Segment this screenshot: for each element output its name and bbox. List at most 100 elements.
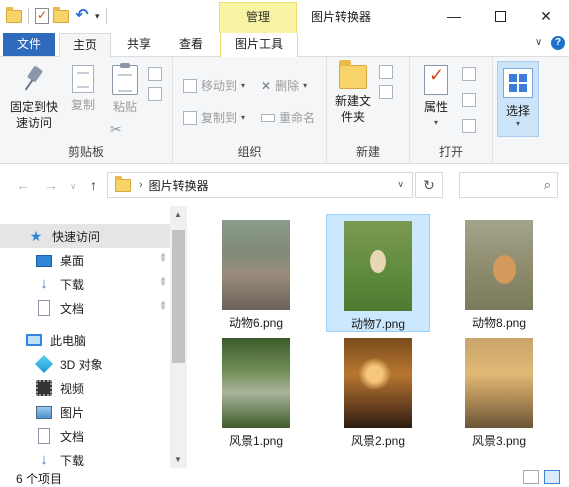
rename-label: 重命名	[279, 111, 316, 125]
address-bar[interactable]: › 图片转换器 ∨	[107, 172, 413, 198]
separator	[105, 8, 107, 24]
forward-button[interactable]: →	[44, 177, 58, 193]
nav-desktop[interactable]: 桌面 ✎	[0, 248, 170, 272]
file-item[interactable]: 动物8.png	[447, 214, 551, 330]
nav-label: 图片	[60, 405, 85, 420]
nav-videos[interactable]: 视频	[0, 376, 170, 400]
copy-path-icon[interactable]	[148, 67, 162, 81]
customize-toolbar-icon[interactable]: ▾	[95, 11, 100, 22]
copy-to-icon	[183, 110, 197, 125]
new-group-label: 新建	[355, 145, 380, 159]
large-icons-view-icon[interactable]	[544, 470, 560, 484]
move-to-button[interactable]: 移动到 ▾	[183, 77, 245, 94]
properties-dropdown-icon: ▾	[433, 118, 438, 127]
delete-dropdown-icon: ▾	[303, 81, 308, 90]
separator	[28, 8, 29, 24]
expand-ribbon-icon[interactable]: ∨	[535, 37, 542, 48]
properties-button[interactable]: 属性 ▾	[418, 65, 454, 131]
cut-icon[interactable]: ✂	[110, 121, 122, 138]
quick-access-toolbar: ↶ ▾	[6, 6, 109, 26]
rename-button[interactable]: 重命名	[261, 109, 315, 126]
nav-quick-access[interactable]: ★ 快速访问	[0, 224, 170, 248]
paste-button[interactable]: 粘贴	[106, 63, 144, 115]
tab-view[interactable]: 查看	[167, 33, 215, 57]
file-name: 动物6.png	[228, 316, 284, 330]
maximize-icon	[494, 10, 506, 22]
file-view: 动物6.png 动物7.png 动物8.png 风景1.png 风景2.png …	[188, 206, 569, 468]
copy-to-label: 复制到	[201, 111, 238, 125]
nav-this-pc[interactable]: 此电脑	[0, 328, 170, 352]
file-item[interactable]: 风景1.png	[204, 332, 308, 448]
nav-label: 桌面	[60, 253, 85, 268]
recent-locations-icon[interactable]: ∨	[70, 181, 77, 192]
document-icon	[38, 300, 50, 316]
copy-to-button[interactable]: 复制到 ▾	[183, 109, 245, 126]
item-count: 6 个项目	[16, 472, 63, 486]
delete-icon: ✕	[261, 78, 272, 93]
file-item[interactable]: 动物7.png	[326, 214, 430, 332]
pin-quick-access-button[interactable]: 固定到快速访问	[6, 65, 62, 131]
new-item-icon[interactable]	[379, 65, 393, 79]
nav-scrollbar[interactable]: ▲ ▼	[170, 206, 187, 468]
close-icon: ✕	[540, 7, 552, 24]
tab-home[interactable]: 主页	[59, 33, 111, 58]
computer-icon	[26, 334, 42, 346]
details-view-icon[interactable]	[523, 470, 539, 484]
easy-access-icon[interactable]	[379, 85, 393, 99]
3d-objects-icon	[34, 354, 54, 374]
tab-file[interactable]: 文件	[3, 33, 55, 56]
nav-label: 此电脑	[50, 333, 87, 348]
breadcrumb-path[interactable]: 图片转换器	[149, 177, 209, 194]
title-bar: ↶ ▾ 管理 图片转换器 — ✕	[0, 0, 569, 33]
nav-pictures[interactable]: 图片	[0, 400, 170, 424]
scroll-up-icon[interactable]: ▲	[174, 210, 182, 219]
delete-button[interactable]: ✕ 删除 ▾	[261, 77, 307, 94]
up-button[interactable]: ↑	[90, 177, 97, 193]
undo-icon[interactable]: ↶	[73, 8, 91, 24]
folder-icon[interactable]	[6, 6, 22, 23]
file-item[interactable]: 风景3.png	[447, 332, 551, 448]
copy-button[interactable]: 复制	[64, 65, 102, 113]
file-item[interactable]: 风景2.png	[326, 332, 430, 448]
breadcrumb-chevron-icon[interactable]: ›	[139, 179, 143, 191]
open-icon[interactable]	[462, 67, 476, 81]
download-icon: ↓	[40, 451, 48, 468]
address-dropdown-icon[interactable]: ∨	[397, 179, 404, 190]
scroll-down-icon[interactable]: ▼	[174, 455, 182, 464]
help-icon[interactable]: ?	[551, 36, 565, 50]
nav-documents[interactable]: 文档 ✎	[0, 296, 170, 320]
pin-label: 固定到快速访问	[9, 100, 58, 130]
paste-shortcut-icon[interactable]	[148, 87, 162, 101]
nav-label: 下载	[60, 453, 85, 468]
nav-documents-pc[interactable]: 文档	[0, 424, 170, 448]
nav-label: 下载	[60, 277, 85, 292]
new-folder-button[interactable]: 新建文件夹	[331, 60, 375, 125]
nav-label: 视频	[60, 381, 85, 396]
search-input[interactable]: ⌕	[459, 172, 558, 198]
nav-label: 文档	[60, 301, 85, 316]
tab-share[interactable]: 共享	[115, 33, 163, 57]
manage-context-tab[interactable]: 管理	[219, 2, 297, 33]
file-item[interactable]: 动物6.png	[204, 214, 308, 330]
new-folder-icon[interactable]	[53, 6, 69, 23]
select-dropdown-icon: ▾	[515, 119, 520, 128]
back-button[interactable]: ←	[16, 177, 30, 193]
history-icon[interactable]	[462, 119, 476, 133]
refresh-button[interactable]: ↻	[415, 172, 443, 198]
minimize-button[interactable]: —	[431, 0, 477, 32]
nav-3d-objects[interactable]: 3D 对象	[0, 352, 170, 376]
scrollbar-thumb[interactable]	[172, 230, 185, 363]
close-button[interactable]: ✕	[523, 0, 569, 32]
tab-picture-tools[interactable]: 图片工具	[220, 33, 298, 57]
nav-downloads[interactable]: ↓ 下载 ✎	[0, 272, 170, 296]
file-name: 风景1.png	[228, 434, 284, 448]
ribbon: 固定到快速访问 复制 粘贴 ✂ 剪贴板 移动到 ▾ 复制到 ▾ ✕ 删除 ▾ 重…	[0, 57, 569, 164]
properties-icon[interactable]	[35, 8, 49, 24]
edit-icon[interactable]	[462, 93, 476, 107]
select-button[interactable]: 选择 ▾	[497, 61, 539, 137]
group-organize: 移动到 ▾ 复制到 ▾ ✕ 删除 ▾ 重命名 组织	[173, 57, 327, 164]
maximize-button[interactable]	[477, 0, 523, 32]
paste-label: 粘贴	[112, 100, 137, 114]
properties-label: 属性	[423, 100, 448, 114]
pictures-icon	[36, 405, 52, 419]
